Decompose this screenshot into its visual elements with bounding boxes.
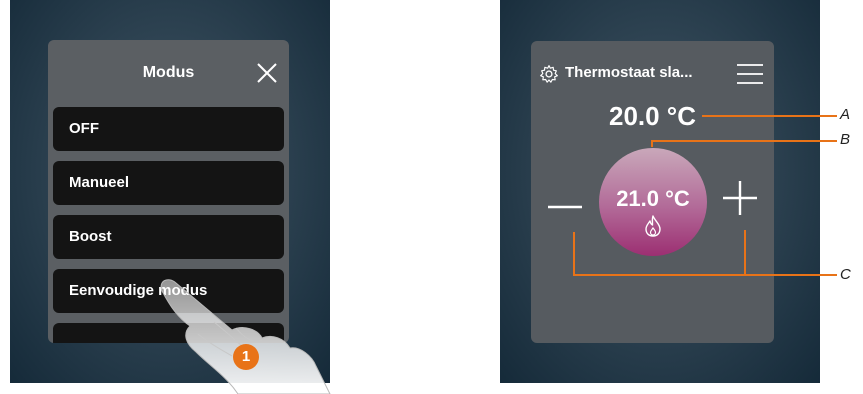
- thermostat-title: Thermostaat sla...: [565, 64, 693, 81]
- thermostat-card: Thermostaat sla... 20.0 °C 21.0 °C: [531, 41, 774, 343]
- mode-item-label: Manueel: [69, 174, 130, 191]
- dialog-title: Modus: [142, 64, 195, 81]
- menu-icon[interactable]: [737, 63, 763, 85]
- measured-temperature: 21.0 °C: [616, 186, 690, 211]
- callout-label-b: B: [840, 131, 851, 148]
- mode-item-label: Boost: [69, 228, 112, 245]
- callout-label-a: A: [840, 106, 851, 123]
- callout-label-c: C: [840, 266, 851, 283]
- step-badge: 1: [233, 344, 259, 370]
- close-icon[interactable]: [255, 61, 279, 85]
- mode-item-boost[interactable]: Boost: [53, 215, 284, 259]
- temperature-dial: 21.0 °C: [599, 148, 707, 256]
- minus-icon[interactable]: [548, 197, 582, 217]
- mode-item-off[interactable]: OFF: [53, 107, 284, 151]
- gear-icon[interactable]: [539, 64, 559, 84]
- mode-item-label: OFF: [69, 120, 99, 137]
- set-temperature: 20.0 °C: [608, 101, 696, 131]
- plus-icon[interactable]: [723, 181, 757, 215]
- right-screen: Thermostaat sla... 20.0 °C 21.0 °C: [500, 0, 820, 383]
- hand-pointer-icon: [150, 270, 350, 394]
- mode-item-manual[interactable]: Manueel: [53, 161, 284, 205]
- flame-icon: [645, 215, 661, 237]
